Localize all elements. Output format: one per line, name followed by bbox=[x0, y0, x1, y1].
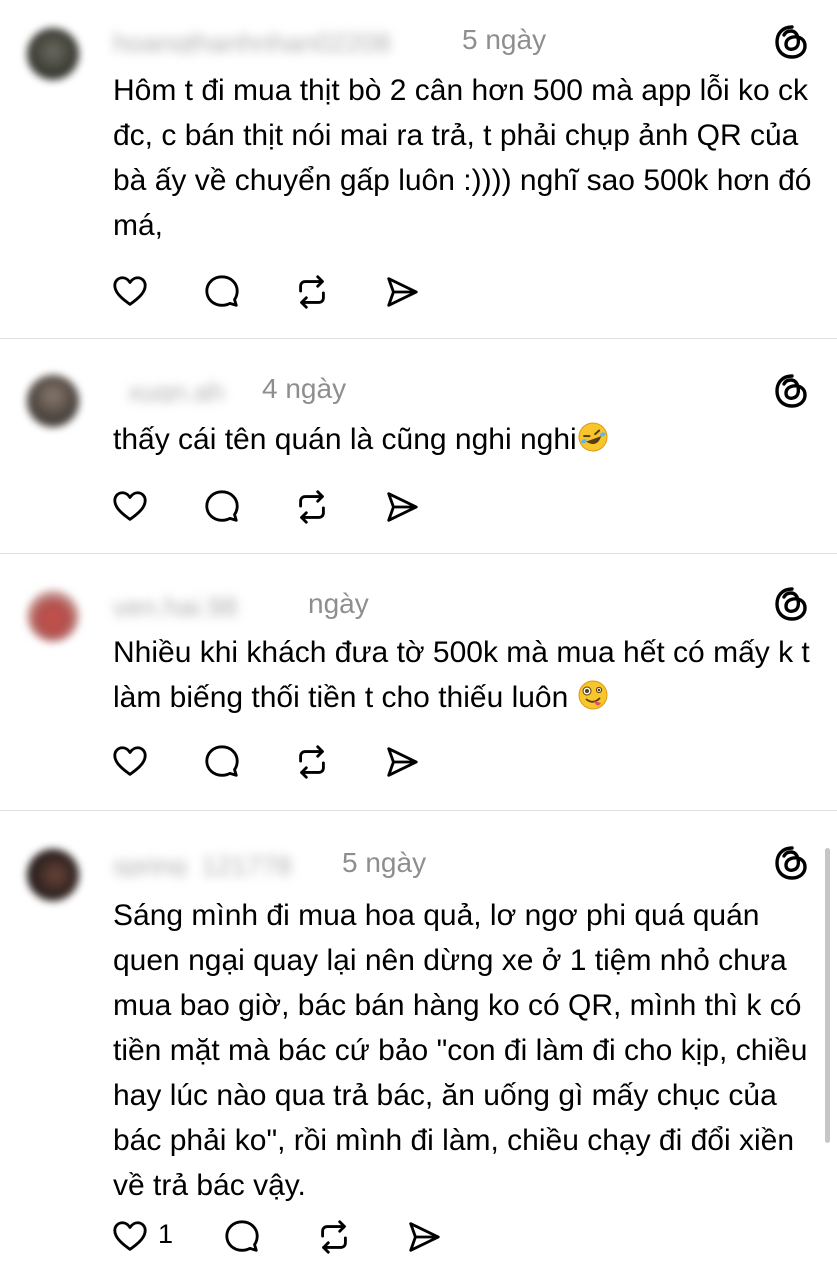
post-text: Hôm t đi mua thịt bò 2 cân hơn 500 mà ap… bbox=[113, 74, 820, 242]
speech-bubble-icon bbox=[205, 275, 239, 307]
repost-button[interactable] bbox=[292, 742, 332, 782]
send-icon bbox=[387, 277, 418, 307]
post-text: Nhiều khi khách đưa tờ 500k mà mua hết c… bbox=[113, 630, 818, 720]
repost-button[interactable] bbox=[292, 487, 332, 527]
threads-logo-icon[interactable] bbox=[772, 371, 812, 411]
post-text-content: thấy cái tên quán là cũng nghi nghi bbox=[113, 423, 577, 456]
repost-icon bbox=[321, 1220, 347, 1254]
thread-post: yen.hai.98 ngày Nhiều khi khách đưa tờ 5… bbox=[0, 554, 837, 810]
avatar[interactable] bbox=[27, 375, 79, 427]
reply-button[interactable] bbox=[222, 1217, 262, 1257]
share-button[interactable] bbox=[404, 1217, 444, 1257]
reply-button[interactable] bbox=[202, 742, 242, 782]
heart-icon bbox=[113, 1221, 147, 1251]
repost-icon bbox=[299, 275, 325, 309]
post-actions bbox=[110, 272, 470, 312]
threads-logo-icon[interactable] bbox=[772, 22, 812, 62]
username[interactable]: hoangthanhnhan02208 bbox=[113, 28, 453, 54]
post-text: Sáng mình đi mua hoa quả, lơ ngơ phi quá… bbox=[113, 899, 816, 1202]
username[interactable]: spring_121778 bbox=[113, 851, 353, 877]
threads-logo-icon[interactable] bbox=[772, 584, 812, 624]
post-actions bbox=[110, 742, 470, 782]
scrollbar[interactable] bbox=[825, 848, 830, 1143]
post-text: thấy cái tên quán là cũng nghi nghi bbox=[113, 417, 818, 462]
reply-button[interactable] bbox=[202, 272, 242, 312]
post-timestamp: 5 ngày bbox=[342, 847, 427, 878]
rolling-on-floor-laughing-emoji bbox=[578, 422, 608, 452]
like-button[interactable] bbox=[110, 272, 150, 312]
heart-icon bbox=[113, 746, 147, 776]
post-actions: 1 bbox=[110, 1217, 470, 1257]
avatar[interactable] bbox=[27, 28, 79, 80]
repost-button[interactable] bbox=[292, 272, 332, 312]
post-timestamp: ngày bbox=[308, 588, 369, 619]
thread-post: spring_121778 5 ngày Sáng mình đi mua ho… bbox=[0, 811, 837, 1280]
like-button[interactable] bbox=[110, 742, 150, 782]
zany-face-emoji bbox=[578, 680, 608, 710]
send-icon bbox=[387, 492, 418, 522]
thread-post: _xuqn.ah 4 ngày thấy cái tên quán là cũn… bbox=[0, 339, 837, 553]
speech-bubble-icon bbox=[205, 745, 239, 777]
repost-icon bbox=[299, 745, 325, 779]
username[interactable]: yen.hai.98 bbox=[113, 592, 298, 618]
post-timestamp: 5 ngày bbox=[462, 24, 547, 55]
heart-icon bbox=[113, 491, 147, 521]
heart-icon bbox=[113, 276, 147, 306]
threads-logo-icon[interactable] bbox=[772, 843, 812, 883]
avatar[interactable] bbox=[27, 590, 79, 642]
username[interactable]: _xuqn.ah bbox=[113, 377, 253, 403]
send-icon bbox=[387, 747, 418, 777]
share-button[interactable] bbox=[382, 487, 422, 527]
repost-button[interactable] bbox=[314, 1217, 354, 1257]
speech-bubble-icon bbox=[205, 490, 239, 522]
send-icon bbox=[409, 1222, 440, 1252]
like-count: 1 bbox=[158, 1219, 174, 1249]
avatar[interactable] bbox=[27, 849, 79, 901]
post-text-content: Nhiều khi khách đưa tờ 500k mà mua hết c… bbox=[113, 636, 819, 714]
like-button[interactable] bbox=[110, 487, 150, 527]
share-button[interactable] bbox=[382, 742, 422, 782]
post-timestamp: 4 ngày bbox=[262, 373, 347, 404]
thread-post: hoangthanhnhan02208 5 ngày Hôm t đi mua … bbox=[0, 0, 837, 338]
speech-bubble-icon bbox=[225, 1220, 259, 1252]
reply-button[interactable] bbox=[202, 487, 242, 527]
repost-icon bbox=[299, 490, 325, 524]
post-actions bbox=[110, 487, 470, 527]
share-button[interactable] bbox=[382, 272, 422, 312]
like-button[interactable] bbox=[110, 1217, 150, 1257]
